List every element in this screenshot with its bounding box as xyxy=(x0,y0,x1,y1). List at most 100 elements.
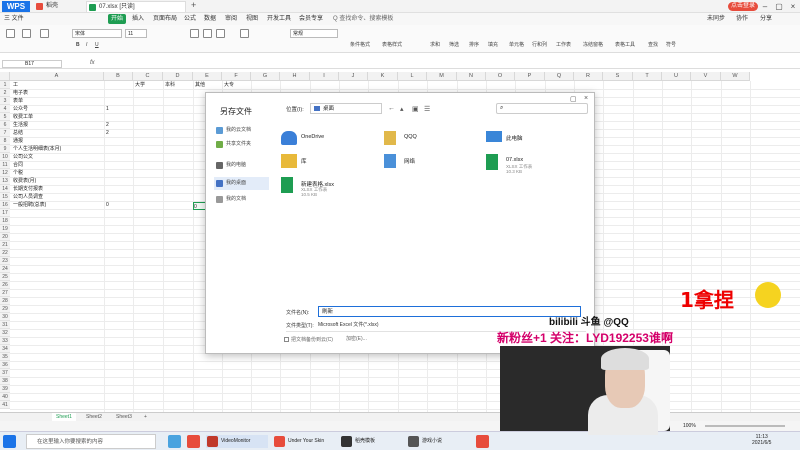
number-format-select[interactable]: 常规 xyxy=(290,29,338,38)
row-header[interactable]: 38 xyxy=(0,377,10,385)
menu-file[interactable]: 三 文件 xyxy=(4,14,24,24)
row-header[interactable]: 7 xyxy=(0,129,10,137)
cut-icon[interactable] xyxy=(22,29,31,38)
row-header[interactable]: 35 xyxy=(0,353,10,361)
align-middle-icon[interactable] xyxy=(203,29,212,38)
new-folder-icon[interactable]: ▣ xyxy=(412,105,419,113)
dialog-search-input[interactable]: ⌕ xyxy=(496,103,588,114)
fill-button[interactable]: 填充 xyxy=(488,41,498,50)
column-header[interactable]: C xyxy=(133,72,163,81)
row-header[interactable]: 36 xyxy=(0,361,10,369)
bold-button[interactable]: B xyxy=(76,41,80,50)
column-header[interactable]: P xyxy=(515,72,545,81)
cell-button[interactable]: 单元格 xyxy=(509,41,524,50)
column-header[interactable]: A xyxy=(10,72,104,81)
row-header[interactable]: 18 xyxy=(0,217,10,225)
column-header[interactable]: E xyxy=(193,72,222,81)
column-header[interactable]: O xyxy=(486,72,515,81)
rows-cols-button[interactable]: 行和列 xyxy=(532,41,547,50)
dialog-close-icon[interactable]: × xyxy=(584,95,588,102)
symbol-button[interactable]: 符号 xyxy=(666,41,676,50)
menu-home[interactable]: 开始 xyxy=(108,14,127,24)
column-header[interactable]: N xyxy=(457,72,486,81)
column-header[interactable]: K xyxy=(368,72,398,81)
sort-button[interactable]: 排序 xyxy=(469,41,479,50)
row-header[interactable]: 8 xyxy=(0,137,10,145)
menu-review[interactable]: 审阅 xyxy=(225,14,237,24)
cell-header[interactable]: 大学 xyxy=(135,81,145,89)
side-documents[interactable]: 我的文档 xyxy=(214,193,269,206)
column-header[interactable]: U xyxy=(662,72,691,81)
zoom-slider[interactable] xyxy=(705,425,785,427)
view-menu-icon[interactable]: ☰ xyxy=(424,105,430,113)
align-top-icon[interactable] xyxy=(190,29,199,38)
column-header[interactable]: I xyxy=(310,72,339,81)
column-header[interactable]: S xyxy=(603,72,633,81)
paste-icon[interactable] xyxy=(6,29,15,38)
backup-checkbox[interactable]: 把文档备份到云(C) xyxy=(284,336,333,343)
filter-button[interactable]: 筛选 xyxy=(449,41,459,50)
row-header[interactable]: 41 xyxy=(0,401,10,409)
cell-a[interactable]: 收费工单 xyxy=(13,113,33,121)
column-header[interactable]: D xyxy=(163,72,193,81)
row-header[interactable]: 2 xyxy=(0,89,10,97)
row-header[interactable]: 28 xyxy=(0,297,10,305)
column-header[interactable]: J xyxy=(339,72,368,81)
row-header[interactable]: 33 xyxy=(0,337,10,345)
cell-a[interactable]: 通报 xyxy=(13,137,23,145)
zoom-level[interactable]: 100% xyxy=(683,421,696,431)
worksheet-button[interactable]: 工作表 xyxy=(556,41,571,50)
row-header[interactable]: 40 xyxy=(0,393,10,401)
login-button[interactable]: 点击登录 xyxy=(728,2,759,11)
taskbar-app-4[interactable]: 游戏小说 xyxy=(407,435,469,448)
wrap-text-icon[interactable] xyxy=(216,29,225,38)
share-button[interactable]: 分享 xyxy=(760,14,772,24)
new-tab-button[interactable]: + xyxy=(191,0,196,10)
find-button[interactable]: 查找 xyxy=(648,41,658,50)
row-header[interactable]: 16 xyxy=(0,201,10,209)
row-header[interactable]: 24 xyxy=(0,265,10,273)
row-header[interactable]: 12 xyxy=(0,169,10,177)
cell-a[interactable]: 生活报 xyxy=(13,121,28,129)
cell-b[interactable]: 1 xyxy=(106,105,109,113)
row-header[interactable]: 15 xyxy=(0,193,10,201)
cell-b[interactable]: 0 xyxy=(106,201,109,209)
cell-a[interactable]: 公众号 xyxy=(13,105,28,113)
tab-workbook[interactable]: 07.xlsx [只读] xyxy=(86,1,186,12)
merge-center-icon[interactable] xyxy=(240,29,249,38)
encrypt-button[interactable]: 加密(E)... xyxy=(346,335,367,342)
column-header[interactable]: F xyxy=(222,72,251,81)
row-header[interactable]: 25 xyxy=(0,273,10,281)
side-cloud-docs[interactable]: 我的云文档 xyxy=(214,124,269,137)
start-icon[interactable] xyxy=(3,435,16,448)
cell-a[interactable]: 收费表(月) xyxy=(13,177,36,185)
row-header[interactable]: 39 xyxy=(0,385,10,393)
row-header[interactable]: 31 xyxy=(0,321,10,329)
cell-a[interactable]: 个人生活明细表(本月) xyxy=(13,145,61,153)
row-header[interactable]: 32 xyxy=(0,329,10,337)
cell-a[interactable]: 公司人员调查 xyxy=(13,193,43,201)
sync-status[interactable]: 未同步 xyxy=(707,14,725,24)
row-header[interactable]: 30 xyxy=(0,313,10,321)
row-header[interactable]: 17 xyxy=(0,209,10,217)
row-header[interactable]: 26 xyxy=(0,281,10,289)
row-header[interactable]: 1 xyxy=(0,81,10,89)
column-header[interactable]: W xyxy=(721,72,750,81)
row-header[interactable]: 5 xyxy=(0,113,10,121)
cell-a[interactable]: 公司公文 xyxy=(13,153,33,161)
row-header[interactable]: 37 xyxy=(0,369,10,377)
row-header[interactable]: 29 xyxy=(0,305,10,313)
font-size-select[interactable]: 11 xyxy=(125,29,147,38)
select-all-corner[interactable] xyxy=(0,72,10,81)
taskbar-search[interactable]: 在这里输入你要搜索的内容 xyxy=(26,434,156,449)
menu-page-layout[interactable]: 页面布局 xyxy=(153,14,177,24)
cell-a[interactable]: 工 xyxy=(13,81,18,89)
taskbar-app-2[interactable]: Under Your Skin xyxy=(273,435,335,448)
row-header[interactable]: 6 xyxy=(0,121,10,129)
cell-b[interactable]: 2 xyxy=(106,129,109,137)
row-header[interactable]: 11 xyxy=(0,161,10,169)
row-header[interactable]: 3 xyxy=(0,97,10,105)
minimize-icon[interactable]: – xyxy=(758,0,772,13)
taskbar-app-3[interactable]: 稻壳模板 xyxy=(340,435,402,448)
column-header[interactable]: T xyxy=(633,72,662,81)
